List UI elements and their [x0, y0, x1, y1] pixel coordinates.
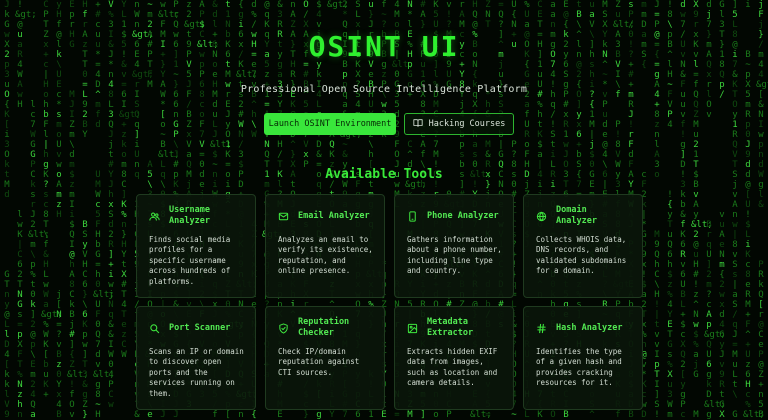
tool-card-email-analyzer[interactable]: Email Analyzer Analyzes an email to veri… — [265, 194, 385, 298]
tool-card-description: Finds social media profiles for a specif… — [149, 235, 231, 286]
tool-card-description: Gathers information about a phone number… — [407, 235, 502, 276]
tool-card-description: Analyzes an email to verify its existenc… — [278, 235, 373, 276]
tool-card-title: Email Analyzer — [298, 210, 370, 221]
tool-card-title: Port Scanner — [169, 322, 231, 333]
tool-card-hash-analyzer[interactable]: Hash Analyzer Identifies the type of a g… — [523, 306, 643, 410]
phone-icon — [407, 210, 418, 222]
tool-card-username-analyzer[interactable]: Username Analyzer Finds social media pro… — [136, 194, 256, 298]
tool-card-description: Check IP/domain reputation against CTI s… — [278, 347, 360, 377]
tool-card-domain-analyzer[interactable]: Domain Analyzer Collects WHOIS data, DNS… — [523, 194, 643, 298]
hacking-courses-button-label: Hacking Courses — [428, 119, 506, 129]
tool-card-description: Collects WHOIS data, DNS records, and va… — [536, 235, 627, 276]
tool-card-title: Phone Analyzer — [427, 210, 499, 221]
tool-card-description: Identifies the type of a given hash and … — [536, 347, 622, 388]
tool-card-reputation-checker[interactable]: Reputation Checker Check IP/domain reput… — [265, 306, 385, 410]
users-icon — [149, 211, 160, 222]
tool-card-title: Reputation Checker — [298, 317, 350, 338]
tool-card-phone-analyzer[interactable]: Phone Analyzer Gathers information about… — [394, 194, 514, 298]
page-subtitle: Professional Open Source Intelligence Pl… — [240, 84, 528, 95]
tool-card-port-scanner[interactable]: Port Scanner Scans an IP or domain to di… — [136, 306, 256, 410]
tool-card-description: Extracts hidden EXIF data from images, s… — [407, 347, 498, 388]
page-title: OSINT UI — [308, 30, 460, 63]
tool-card-description: Scans an IP or domain to discover open p… — [149, 347, 244, 398]
tool-card-title: Username Analyzer — [169, 205, 210, 226]
section-title: Available Tools — [325, 167, 443, 182]
launch-osint-button[interactable]: Launch OSINT Environment — [264, 113, 396, 135]
tool-card-metadata-extractor[interactable]: Metadata Extractor Extracts hidden EXIF … — [394, 306, 514, 410]
shield-check-icon — [278, 322, 289, 334]
hash-icon — [536, 323, 547, 334]
search-icon — [149, 323, 160, 334]
tool-card-title: Domain Analyzer — [556, 205, 597, 226]
image-icon — [407, 323, 418, 334]
mail-icon — [278, 211, 289, 222]
tool-card-title: Metadata Extractor — [427, 317, 474, 338]
hacking-courses-button[interactable]: Hacking Courses — [404, 113, 514, 135]
globe-icon — [536, 211, 547, 222]
launch-osint-button-label: Launch OSINT Environment — [268, 119, 392, 129]
book-open-icon — [413, 118, 423, 131]
tool-card-title: Hash Analyzer — [556, 322, 623, 333]
